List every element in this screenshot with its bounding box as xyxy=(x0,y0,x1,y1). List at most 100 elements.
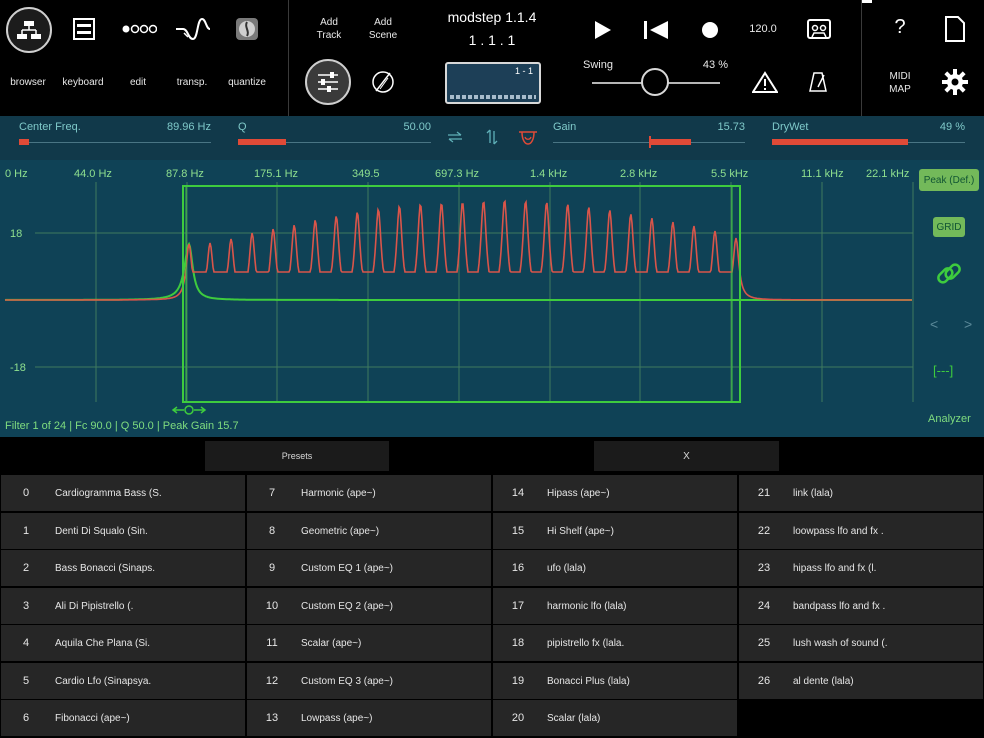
preset-item[interactable]: 2 Bass Bonacci (Sinaps. xyxy=(1,550,245,586)
peak-mode-button[interactable]: Peak (Def.) xyxy=(919,169,979,191)
gain-fill xyxy=(649,139,691,145)
preset-item[interactable]: 4 Aquila Che Plana (Si. xyxy=(1,625,245,661)
preset-item[interactable]: 6 Fibonacci (ape~) xyxy=(1,700,245,736)
preset-item[interactable]: 8 Geometric (ape~) xyxy=(247,513,491,549)
preset-number: 24 xyxy=(757,600,771,612)
preset-item[interactable]: 17 harmonic lfo (lala) xyxy=(493,588,737,624)
preset-name: lush wash of sound (. xyxy=(793,637,888,649)
swap-vertical-button[interactable] xyxy=(485,128,499,146)
freq-label-4: 349.5 xyxy=(352,168,380,180)
quantize-icon xyxy=(236,18,258,40)
close-presets-button[interactable]: X xyxy=(594,441,779,471)
fc-drag-handle-icon[interactable] xyxy=(171,405,207,415)
browser-button[interactable] xyxy=(6,7,52,53)
preset-number: 20 xyxy=(511,712,525,724)
preset-item[interactable]: 3 Ali Di Pipistrello (. xyxy=(1,588,245,624)
analyzer-graph[interactable] xyxy=(0,160,984,437)
draw-mode-button[interactable] xyxy=(369,68,397,96)
metronome-button[interactable] xyxy=(808,71,828,93)
preset-item[interactable]: 22 loowpass lfo and fx . xyxy=(739,513,983,549)
rewind-button[interactable] xyxy=(642,19,670,41)
gain-slider[interactable]: Gain 15.73 xyxy=(553,116,745,160)
preset-item[interactable]: 15 Hi Shelf (ape~) xyxy=(493,513,737,549)
preset-number: 13 xyxy=(265,712,279,724)
preset-item[interactable]: 0 Cardiogramma Bass (S. xyxy=(1,475,245,511)
edit-button[interactable] xyxy=(120,20,158,38)
transpose-button[interactable] xyxy=(174,14,212,44)
drywet-slider[interactable]: DryWet 49 % xyxy=(772,116,965,160)
keyboard-icon xyxy=(73,18,95,40)
preset-number: 23 xyxy=(757,562,771,574)
preset-name: Denti Di Squalo (Sin. xyxy=(55,525,148,537)
skip-back-icon xyxy=(644,21,668,39)
preset-name: Cardio Lfo (Sinapsya. xyxy=(55,675,152,687)
swing-slider[interactable] xyxy=(592,68,720,96)
db-label-minus18: -18 xyxy=(10,362,26,374)
tempo-display[interactable]: 120.0 xyxy=(744,23,782,35)
center-freq-slider[interactable]: Center Freq. 89.96 Hz xyxy=(19,116,211,160)
preset-item[interactable]: 16 ufo (lala) xyxy=(493,550,737,586)
preset-item[interactable]: 1 Denti Di Squalo (Sin. xyxy=(1,513,245,549)
help-button[interactable]: ? xyxy=(890,16,910,39)
preset-number: 15 xyxy=(511,525,525,537)
preset-item[interactable]: 10 Custom EQ 2 (ape~) xyxy=(247,588,491,624)
keyboard-button[interactable] xyxy=(72,16,96,42)
mixer-sliders-icon xyxy=(318,72,338,92)
add-scene-button[interactable]: Add Scene xyxy=(362,16,404,42)
midi-map-button[interactable]: MIDI MAP xyxy=(880,70,920,96)
preset-item[interactable]: 20 Scalar (lala) xyxy=(493,700,737,736)
new-document-button[interactable] xyxy=(944,16,966,42)
freq-label-10: 22.1 kHz xyxy=(866,168,910,180)
preset-item[interactable]: 18 pipistrello fx (lala. xyxy=(493,625,737,661)
preset-item[interactable]: 23 hipass lfo and fx (l. xyxy=(739,550,983,586)
range-bracket-button[interactable]: [---] xyxy=(933,363,953,378)
freq-label-5: 697.3 Hz xyxy=(435,168,480,180)
preset-item[interactable]: 12 Custom EQ 3 (ape~) xyxy=(247,663,491,699)
tape-button[interactable] xyxy=(806,18,832,40)
presets-button[interactable]: Presets xyxy=(205,441,389,471)
quantize-button[interactable] xyxy=(234,16,260,42)
record-button[interactable] xyxy=(700,20,720,40)
nav-label-quantize[interactable]: quantize xyxy=(212,77,282,88)
settings-button[interactable] xyxy=(942,69,968,95)
swap-vertical-icon xyxy=(486,129,498,145)
preset-item[interactable]: 25 lush wash of sound (. xyxy=(739,625,983,661)
prev-filter-button[interactable]: < xyxy=(930,316,938,332)
filter-type-button[interactable] xyxy=(517,127,539,147)
play-button[interactable] xyxy=(592,19,614,41)
center-freq-label: Center Freq. xyxy=(19,121,81,133)
freq-label-2: 87.8 Hz xyxy=(166,168,204,180)
preset-name: Lowpass (ape~) xyxy=(301,712,373,724)
swap-horizontal-button[interactable] xyxy=(447,130,463,144)
preset-item[interactable]: 26 al dente (lala) xyxy=(739,663,983,699)
preset-name: Scalar (ape~) xyxy=(301,637,362,649)
preset-number: 21 xyxy=(757,487,771,499)
preset-item[interactable]: 9 Custom EQ 1 (ape~) xyxy=(247,550,491,586)
eq-analyzer[interactable]: 0 Hz 44.0 Hz 87.8 Hz 175.1 Hz 349.5 697.… xyxy=(0,160,984,437)
warning-button[interactable] xyxy=(751,70,779,94)
preset-item[interactable]: 7 Harmonic (ape~) xyxy=(247,475,491,511)
mixer-button[interactable] xyxy=(305,59,351,105)
preset-item[interactable]: 5 Cardio Lfo (Sinapsya. xyxy=(1,663,245,699)
preset-name: al dente (lala) xyxy=(793,675,854,687)
scene-overview[interactable]: 1 - 1 xyxy=(445,62,541,104)
preset-item[interactable]: 24 bandpass lfo and fx . xyxy=(739,588,983,624)
pencil-circle-icon xyxy=(372,71,394,93)
preset-grid: 0 Cardiogramma Bass (S. 1 Denti Di Squalo (… xyxy=(0,475,984,738)
next-filter-button[interactable]: > xyxy=(964,316,972,332)
preset-item[interactable]: 21 link (lala) xyxy=(739,475,983,511)
toolbar-divider xyxy=(288,0,289,116)
preset-item[interactable]: 19 Bonacci Plus (lala) xyxy=(493,663,737,699)
swing-value: 43 % xyxy=(702,59,728,71)
gain-value: 15.73 xyxy=(717,121,745,133)
link-button[interactable] xyxy=(934,259,964,289)
metronome-icon xyxy=(809,72,827,92)
add-track-button[interactable]: Add Track xyxy=(308,16,350,42)
grid-toggle-button[interactable]: GRID xyxy=(933,217,965,237)
preset-item[interactable]: 13 Lowpass (ape~) xyxy=(247,700,491,736)
q-slider[interactable]: Q 50.00 xyxy=(238,116,431,160)
preset-item[interactable]: 11 Scalar (ape~) xyxy=(247,625,491,661)
swing-slider-knob[interactable] xyxy=(641,68,669,96)
preset-item[interactable]: 14 Hipass (ape~) xyxy=(493,475,737,511)
preset-number: 14 xyxy=(511,487,525,499)
